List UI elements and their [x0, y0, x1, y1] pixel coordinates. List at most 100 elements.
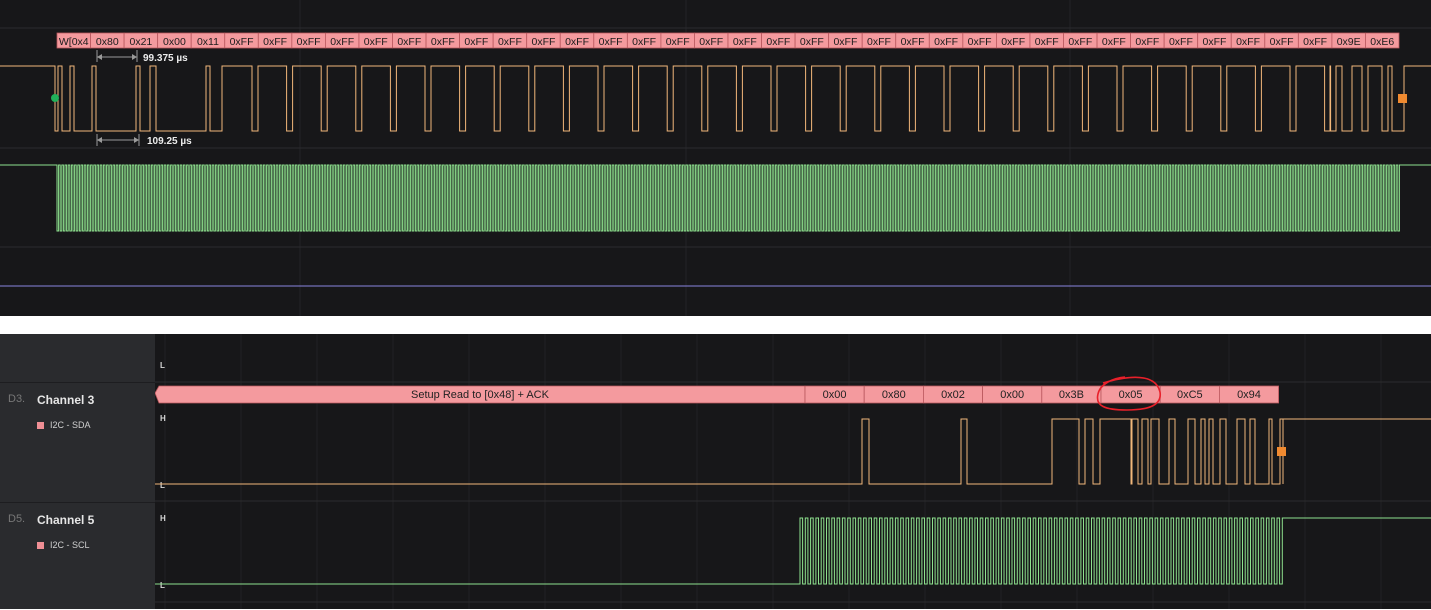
decode-frame[interactable]: 0xFF [392, 32, 427, 49]
low-label: L [160, 581, 165, 590]
end-marker[interactable] [1398, 94, 1407, 103]
decode-frame-byte[interactable]: 0xC5 [1159, 385, 1220, 404]
channel-tag: D3. [8, 393, 26, 405]
sda-trace [155, 418, 1431, 485]
decode-frame[interactable]: 0xFF [928, 32, 964, 49]
cursor-marker[interactable] [1277, 447, 1286, 456]
decode-frame[interactable]: 0xFF [794, 32, 830, 49]
decode-frame[interactable]: W[0x4 [56, 32, 91, 49]
byte-label: 0x05 [1119, 389, 1143, 401]
decode-frame[interactable]: 0xFF [291, 32, 326, 49]
decode-frame[interactable]: 0xFF [828, 32, 863, 49]
decode-frame[interactable]: 0xFF [1063, 32, 1098, 49]
decode-frame[interactable]: 0xFF [861, 32, 897, 49]
decode-frame-byte[interactable]: 0x00 [804, 385, 865, 404]
decode-frame[interactable]: 0xFF [1029, 32, 1064, 49]
decode-frame[interactable]: 0xFF [358, 32, 393, 49]
decode-label: 0xFF [599, 36, 623, 48]
analyzer-color-swatch [37, 422, 44, 430]
decode-frame-byte[interactable]: 0x02 [923, 385, 984, 404]
decode-label: 0xFF [666, 36, 690, 48]
low-label: L [160, 481, 165, 490]
decode-frame[interactable]: 0xFF [1096, 32, 1132, 49]
top-waveform-canvas[interactable]: W[0x4 0x80 0x21 0x00 0x11 0xFF 0xFF 0xFF 0xFF 0xF… [0, 0, 1431, 316]
decode-frame[interactable]: 0x11 [190, 32, 226, 49]
decode-label: 0xFF [800, 36, 824, 48]
decode-frame[interactable]: 0xFF [459, 32, 494, 49]
channel-row-5[interactable]: D5. Channel 5 I2C - SCL [0, 502, 155, 610]
decode-frame-byte[interactable]: 0x05 [1100, 385, 1161, 404]
channel-sidebar: D3. Channel 3 I2C - SDA D5. Channel 5 I2… [0, 334, 155, 609]
decode-frame[interactable]: 0xFF [425, 32, 460, 49]
setup-label: Setup Read to [0x48] + ACK [411, 389, 550, 401]
byte-label: 0x00 [823, 389, 847, 401]
decode-label: 0xFF [1135, 36, 1159, 48]
analyzer-label: I2C - SDA [50, 420, 91, 430]
byte-label: 0x94 [1237, 389, 1261, 401]
decode-frame[interactable]: 0xFF [224, 32, 259, 49]
decode-label: 0xFF [632, 36, 656, 48]
channel-tag: D5. [8, 513, 26, 525]
measurement-top: 99.375 µs [96, 50, 188, 64]
decode-frame[interactable]: 0xFF [727, 32, 762, 49]
decode-label: 0xFF [532, 36, 556, 48]
decode-frame-setup[interactable]: Setup Read to [0x48] + ACK [155, 385, 806, 404]
decode-label: 0x11 [197, 36, 219, 48]
bottom-waveform-canvas[interactable]: L H L H L Setup Read to [0x48] + ACK 0x00… [155, 334, 1431, 609]
measurement-bottom-label: 109.25 µs [147, 136, 192, 147]
decode-frame[interactable]: 0xFF [1264, 32, 1299, 49]
decode-frame[interactable]: 0xFF [526, 32, 561, 49]
decode-label: 0xFF [1203, 36, 1227, 48]
analyzer-tag[interactable]: I2C - SCL [37, 540, 90, 550]
decode-frame[interactable]: 0xFF [694, 32, 729, 49]
decode-frame[interactable]: 0xFF [996, 32, 1031, 49]
decode-frame[interactable]: 0xFF [660, 32, 695, 49]
decode-label: 0xFF [1236, 36, 1260, 48]
channel-name[interactable]: Channel 5 [37, 513, 94, 527]
decode-label: 0xFF [766, 36, 790, 48]
decode-frame-byte[interactable]: 0x3B [1041, 385, 1102, 404]
decode-label: 0xFF [565, 36, 589, 48]
decode-frame[interactable]: 0x80 [90, 32, 125, 49]
measurement-top-label: 99.375 µs [143, 53, 188, 64]
decode-frame[interactable]: 0xFF [626, 32, 662, 49]
decode-frame[interactable]: 0xFF [593, 32, 628, 49]
decode-frame[interactable]: 0xE6 [1365, 32, 1400, 49]
decode-frame[interactable]: 0xFF [492, 32, 528, 49]
byte-label: 0x80 [882, 389, 906, 401]
decode-label: 0x9E [1337, 36, 1361, 48]
decode-frame[interactable]: 0xFF [1297, 32, 1333, 49]
decode-frame-byte[interactable]: 0x00 [982, 385, 1043, 404]
decode-frame-byte[interactable]: 0x80 [863, 385, 924, 404]
decode-label: 0xFF [431, 36, 455, 48]
analyzer-tag[interactable]: I2C - SDA [37, 420, 91, 430]
decode-label: 0xFF [1270, 36, 1294, 48]
decode-frame[interactable]: 0x9E [1331, 32, 1366, 49]
decode-frame[interactable]: 0xFF [1163, 32, 1199, 49]
time-grid [164, 334, 1382, 609]
decode-frame[interactable]: 0xFF [559, 32, 595, 49]
decode-label: 0xFF [498, 36, 522, 48]
decode-label: 0xFF [934, 36, 958, 48]
decode-frame[interactable]: 0xFF [1230, 32, 1266, 49]
decode-label: 0x00 [163, 36, 186, 48]
decode-frame[interactable]: 0xFF [1130, 32, 1165, 49]
decode-frame[interactable]: 0xFF [761, 32, 796, 49]
decode-frame[interactable]: 0x00 [157, 32, 192, 49]
channel-name[interactable]: Channel 3 [37, 393, 94, 407]
measurement-bottom: 109.25 µs [96, 134, 192, 147]
byte-label: 0xC5 [1177, 389, 1203, 401]
decode-frame[interactable]: 0xFF [895, 32, 930, 49]
decode-frame-byte[interactable]: 0x94 [1219, 385, 1280, 404]
bottom-decode-bar: Setup Read to [0x48] + ACK 0x00 0x80 0x02 0x… [155, 385, 1280, 404]
top-waveform-view[interactable]: W[0x4 0x80 0x21 0x00 0x11 0xFF 0xFF 0xFF 0xFF 0xF… [0, 0, 1431, 316]
top-decode-bar: W[0x4 0x80 0x21 0x00 0x11 0xFF 0xFF 0xFF 0xFF 0xF… [56, 32, 1400, 49]
decode-frame[interactable]: 0xFF [962, 32, 997, 49]
decode-frame[interactable]: 0xFF [257, 32, 293, 49]
start-marker[interactable] [51, 94, 59, 102]
bottom-waveform-view[interactable]: D3. Channel 3 I2C - SDA D5. Channel 5 I2… [0, 334, 1431, 609]
decode-frame[interactable]: 0xFF [1197, 32, 1232, 49]
decode-frame[interactable]: 0x21 [123, 32, 159, 49]
channel-row-3[interactable]: D3. Channel 3 I2C - SDA [0, 382, 155, 503]
decode-frame[interactable]: 0xFF [324, 32, 360, 49]
